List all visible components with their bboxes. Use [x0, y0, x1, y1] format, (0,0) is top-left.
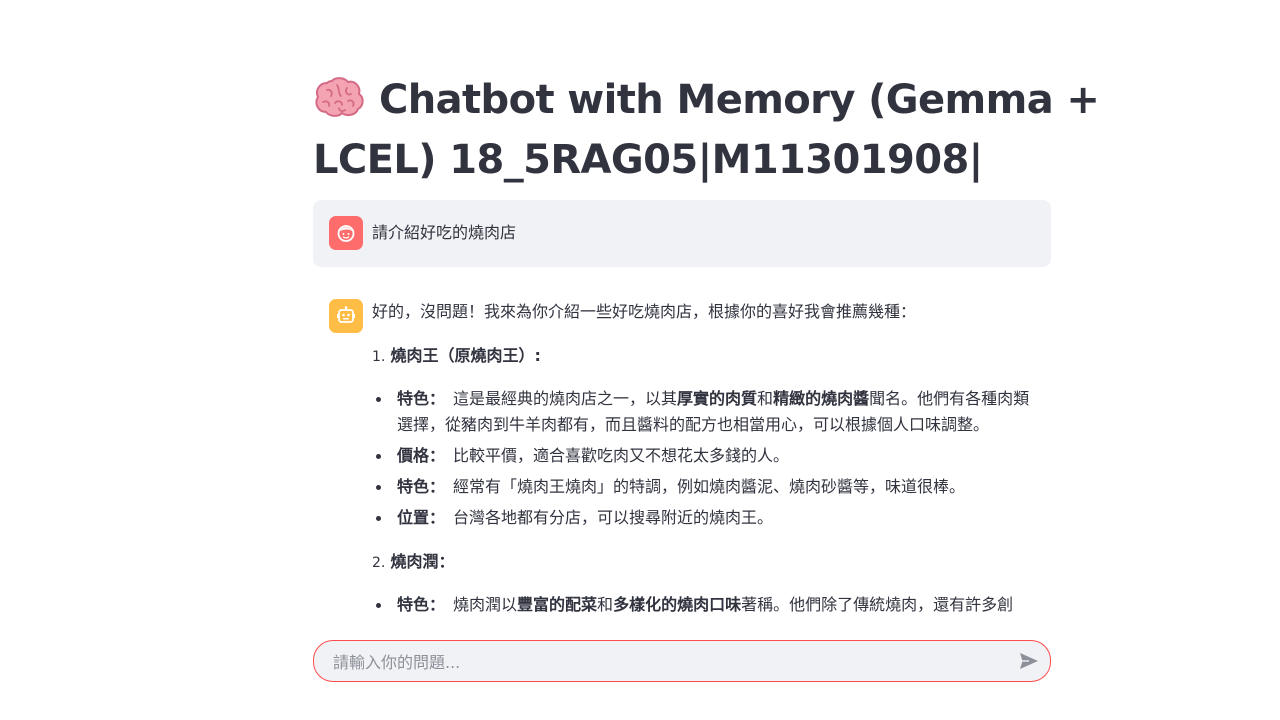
section-list-1: 特色： 這是最經典的燒肉店之一，以其厚實的肉質和精緻的燒肉醬聞名。他們有各種肉類選…: [372, 386, 1042, 531]
list-item: 價格： 比較平價，適合喜歡吃肉又不想花太多錢的人。: [376, 443, 1042, 469]
list-item: 特色： 經常有「燒肉王燒肉」的特調，例如燒肉醬泥、燒肉砂醬等，味道很棒。: [376, 474, 1042, 500]
title-line-2: LCEL) 18_5RAG05|M11301908|: [313, 137, 983, 183]
robot-icon: [337, 306, 355, 323]
list-item: 特色： 燒肉潤以豐富的配菜和多樣化的燒肉口味著稱。他們除了傳統燒肉，還有許多創: [376, 592, 1042, 618]
list-item: 特色： 這是最經典的燒肉店之一，以其厚實的肉質和精緻的燒肉醬聞名。他們有各種肉類選…: [376, 386, 1042, 438]
chat-message-assistant: 好的，沒問題！我來為你介紹一些好吃燒肉店，根據你的喜好我會推薦幾種： 1. 燒肉…: [313, 200, 1051, 620]
chat-input[interactable]: [331, 641, 1015, 683]
list-item: 位置： 台灣各地都有分店，可以搜尋附近的燒肉王。: [376, 505, 1042, 531]
assistant-message-body: 好的，沒問題！我來為你介紹一些好吃燒肉店，根據你的喜好我會推薦幾種： 1. 燒肉…: [372, 299, 1042, 620]
section-heading-1: 1. 燒肉王（原燒肉王）:: [372, 346, 541, 365]
assistant-intro: 好的，沒問題！我來為你介紹一些好吃燒肉店，根據你的喜好我會推薦幾種：: [372, 302, 917, 321]
section-heading-2: 2. 燒肉潤：: [372, 552, 455, 571]
chat-input-container: [313, 640, 1051, 683]
section-list-2: 特色： 燒肉潤以豐富的配菜和多樣化的燒肉口味著稱。他們除了傳統燒肉，還有許多創: [372, 592, 1042, 618]
send-button[interactable]: [1018, 650, 1040, 672]
title-line-1: Chatbot with Memory (Gemma +: [313, 70, 1100, 130]
send-icon: [1020, 653, 1038, 669]
assistant-avatar: [329, 299, 363, 333]
brain-icon: [313, 75, 365, 119]
page-title: Chatbot with Memory (Gemma + LCEL) 18_5R…: [313, 70, 1100, 190]
main-content: Chatbot with Memory (Gemma + LCEL) 18_5R…: [313, 0, 1100, 720]
